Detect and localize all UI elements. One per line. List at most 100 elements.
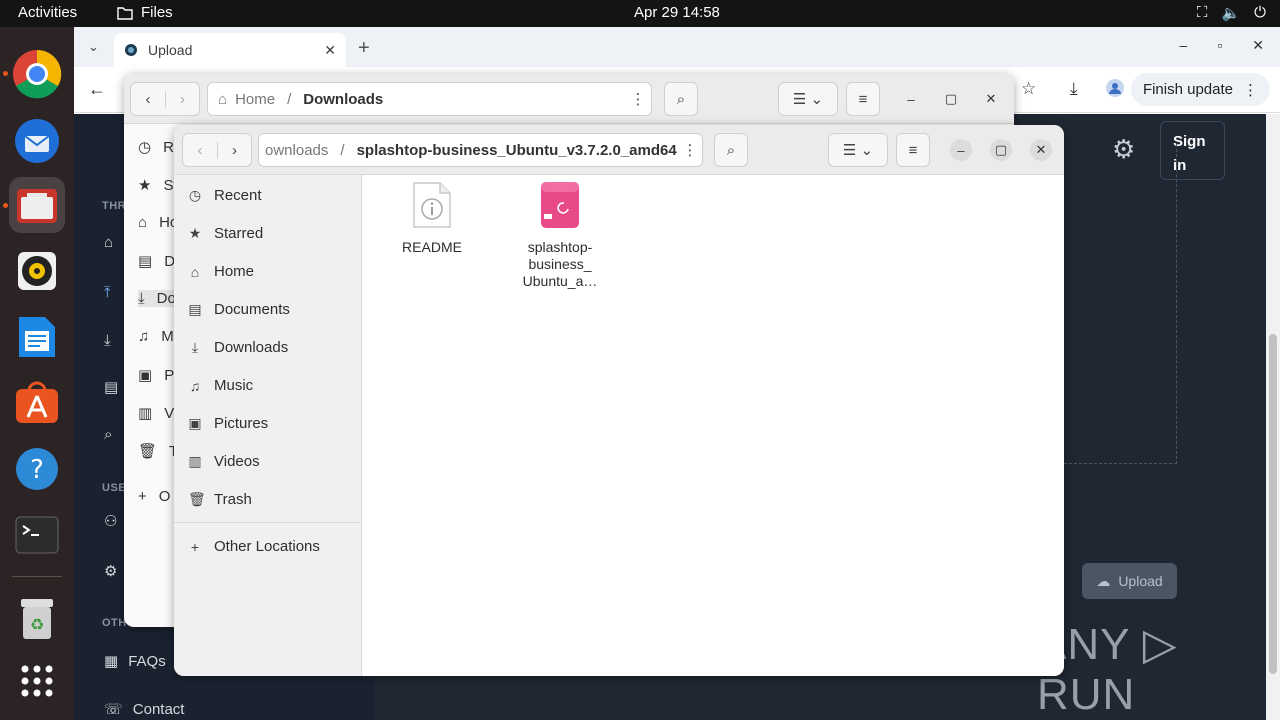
path-bar[interactable]: ⌂ Home / Downloads	[207, 82, 652, 116]
minimize-icon[interactable]: –	[950, 139, 972, 161]
users-nav-icon[interactable]: ⚇	[104, 512, 117, 530]
close-icon[interactable]: ✕	[1252, 37, 1264, 54]
sidebar-item-trash[interactable]: 🗑 Trash	[188, 491, 358, 508]
sidebar-item-videos[interactable]: ▥ Videos	[188, 453, 358, 470]
path-current[interactable]: Downloads	[303, 91, 383, 108]
files-headerbar: ‹ › ⌂ Home / Downloads ⋮ ⌕ ☰ ⌄ ≡ – ▢ ✕	[124, 74, 1014, 124]
clock[interactable]: Apr 29 14:58	[634, 4, 720, 21]
tab-search-chevron-icon[interactable]: ⌄	[88, 39, 99, 55]
app-menu[interactable]: Files	[117, 4, 173, 21]
chrome-icon	[13, 49, 62, 99]
close-icon[interactable]: ✕	[1030, 139, 1052, 161]
profile-icon[interactable]	[1106, 79, 1124, 102]
more-vert-icon: ⋮	[1243, 81, 1258, 99]
download-nav-icon[interactable]: ⤓	[104, 332, 111, 349]
download-icon: ⤓	[138, 290, 145, 307]
terminal-launcher[interactable]	[9, 507, 65, 563]
back-chevron-icon[interactable]: ‹	[183, 142, 217, 159]
sidebar-item-other[interactable]: + O	[138, 488, 170, 505]
tab-upload[interactable]: Upload ✕	[114, 33, 346, 67]
bookmark-star-icon[interactable]: ☆	[1021, 79, 1036, 99]
sidebar-item-pictures[interactable]: ▣ Pictures	[188, 415, 358, 432]
upload-dropzone[interactable]	[1064, 144, 1177, 464]
file-view[interactable]: README splashtop- business_ Ubuntu_a…	[363, 175, 1064, 676]
path-home[interactable]: Home	[235, 91, 275, 108]
minimize-icon[interactable]: –	[1180, 37, 1188, 54]
sidebar-item-recent[interactable]: ◷ Recent	[188, 187, 358, 204]
file-item-splashtop-deb[interactable]: splashtop- business_ Ubuntu_a…	[510, 181, 610, 290]
path-menu-icon[interactable]: ⋮	[674, 133, 706, 167]
scrollbar-thumb[interactable]	[1269, 334, 1277, 674]
path-menu-icon[interactable]: ⋮	[622, 82, 654, 116]
site-favicon-icon	[125, 44, 137, 56]
upload-button[interactable]: ☁ Upload	[1082, 563, 1177, 599]
sidebar-item-starred[interactable]: ★ St	[138, 176, 178, 195]
rhythmbox-launcher[interactable]	[9, 243, 65, 299]
sidebar-item-music[interactable]: ♫ Music	[188, 377, 358, 394]
new-tab-button[interactable]: +	[358, 37, 370, 60]
contact-link[interactable]: ☏ Contact	[104, 700, 184, 719]
maximize-icon[interactable]: ▢	[940, 88, 962, 110]
trash-icon: ♻	[21, 599, 53, 639]
sidebar-item-videos[interactable]: ▥ Vi	[138, 404, 177, 423]
main-menu-icon[interactable]: ≡	[896, 133, 930, 167]
path-bar[interactable]: ownloads / splashtop-business_Ubuntu_v3.…	[258, 133, 703, 167]
forward-chevron-icon[interactable]: ›	[164, 90, 199, 108]
app-center-launcher[interactable]	[9, 375, 65, 431]
back-arrow-icon[interactable]: ←	[88, 79, 106, 100]
forward-chevron-icon[interactable]: ›	[216, 141, 251, 159]
trash-launcher[interactable]: ♻	[9, 591, 65, 647]
sidebar-item-home[interactable]: ⌂ Home	[188, 263, 358, 280]
report-nav-icon[interactable]: ▤	[104, 378, 118, 396]
search-icon[interactable]: ⌕	[714, 133, 748, 167]
sidebar-item-pictures[interactable]: ▣ Pi	[138, 366, 178, 385]
files-launcher[interactable]	[9, 177, 65, 233]
home-icon: ⌂	[138, 214, 148, 231]
sidebar-item-home[interactable]: ⌂ Ho	[138, 214, 178, 231]
running-indicator	[3, 203, 8, 208]
tab-close-icon[interactable]: ✕	[324, 42, 336, 59]
minimize-icon[interactable]: –	[900, 88, 922, 110]
running-indicator	[3, 71, 8, 76]
grid-icon	[21, 665, 53, 697]
maximize-icon[interactable]: ▫	[1217, 37, 1222, 54]
close-icon[interactable]: ✕	[980, 88, 1002, 110]
show-apps-launcher[interactable]	[9, 653, 65, 709]
anyrun-watermark: ANY ▷ RUN	[1037, 620, 1178, 719]
home-nav-icon[interactable]: ⌂	[104, 234, 113, 251]
settings-nav-icon[interactable]: ⚙	[104, 562, 117, 580]
thunderbird-launcher[interactable]	[9, 111, 65, 167]
page-scrollbar[interactable]	[1266, 114, 1280, 720]
path-current[interactable]: splashtop-business_Ubuntu_v3.7.2.0_amd64	[357, 142, 677, 159]
finish-update-button[interactable]: Finish update ⋮	[1130, 73, 1270, 106]
back-chevron-icon[interactable]: ‹	[131, 91, 165, 108]
sidebar-item-documents[interactable]: ▤ Documents	[188, 301, 358, 318]
app-name: Files	[141, 4, 173, 21]
help-launcher[interactable]: ?	[9, 441, 65, 497]
files-window-splashtop[interactable]: ‹ › ownloads / splashtop-business_Ubuntu…	[174, 125, 1064, 676]
sidebar-item-other-locations[interactable]: + Other Locations	[188, 538, 358, 555]
power-icon[interactable]: ⏻	[1254, 4, 1266, 22]
upload-nav-icon[interactable]: ⤒	[104, 284, 111, 301]
terminal-icon	[15, 516, 59, 554]
sidebar-item-downloads[interactable]: ⤓ Downloads	[188, 339, 358, 356]
view-toggle[interactable]: ☰ ⌄	[828, 133, 888, 167]
sidebar-item-starred[interactable]: ★ Starred	[188, 225, 358, 242]
chrome-launcher[interactable]	[9, 46, 65, 102]
search-icon[interactable]: ⌕	[664, 82, 698, 116]
network-icon[interactable]: ⛶	[1197, 4, 1208, 22]
view-toggle[interactable]: ☰ ⌄	[778, 82, 838, 116]
search-nav-icon[interactable]: ⌕	[104, 426, 112, 443]
volume-icon[interactable]: 🔈	[1221, 4, 1240, 22]
maximize-icon[interactable]: ▢	[990, 139, 1012, 161]
file-item-readme[interactable]: README	[382, 181, 482, 256]
download-icon[interactable]: ⤓	[1070, 79, 1078, 99]
main-menu-icon[interactable]: ≡	[846, 82, 880, 116]
path-previous[interactable]: ownloads	[265, 142, 328, 159]
system-tray[interactable]: ⛶ 🔈 ⏻	[1197, 4, 1266, 22]
activities-button[interactable]: Activities	[18, 4, 77, 21]
plus-icon: +	[190, 538, 200, 555]
faqs-link[interactable]: ▦ FAQs	[104, 652, 166, 671]
writer-launcher[interactable]	[9, 309, 65, 365]
contact-icon: ☏	[104, 701, 123, 718]
